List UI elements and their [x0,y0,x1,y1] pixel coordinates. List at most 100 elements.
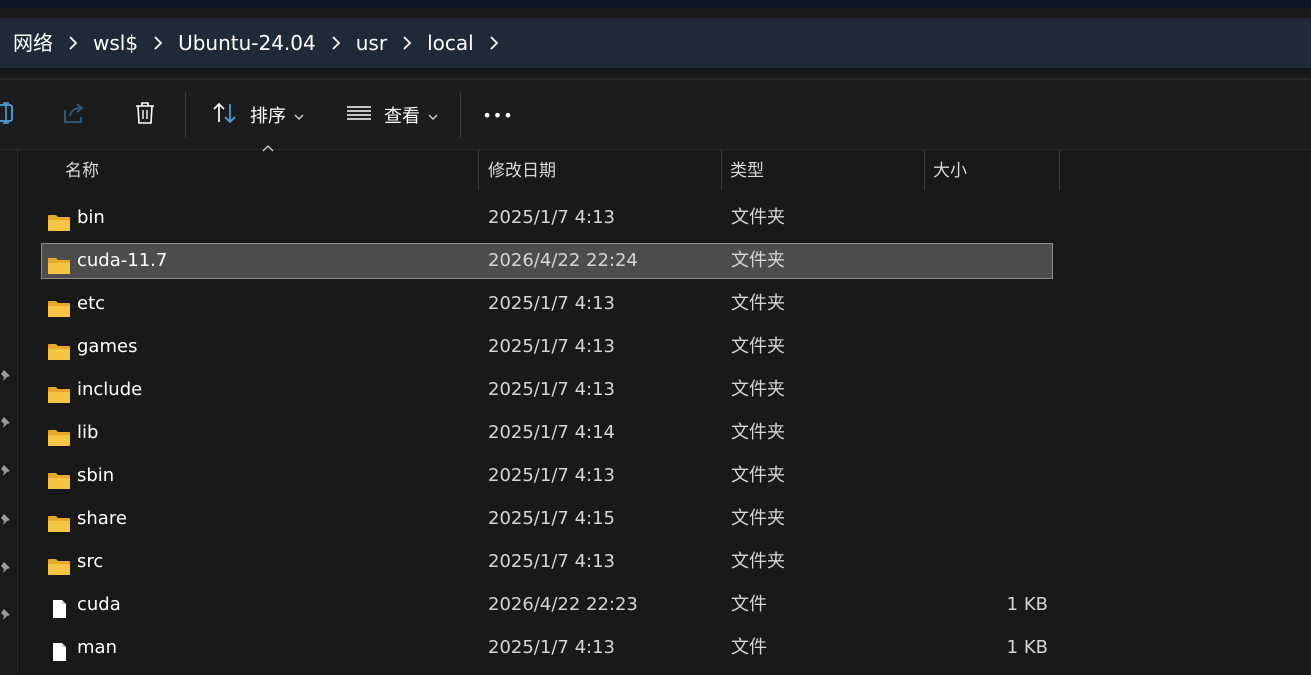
chevron-right-icon[interactable] [138,18,178,68]
file-name: lib [77,422,99,443]
sort-button[interactable]: 排序 [206,90,310,140]
more-options-button[interactable]: ••• [476,90,520,140]
chevron-right-icon[interactable] [316,18,356,68]
folder-icon [47,295,71,317]
file-name: bin [77,207,105,228]
share-button[interactable] [52,90,96,140]
column-header-type[interactable]: 类型 [722,150,924,192]
file-row-games[interactable]: games 2025/1/7 4:13 文件夹 [41,329,1053,365]
title-bar-strip [0,0,1311,8]
breadcrumb-item-local[interactable]: local [427,18,474,68]
file-name: man [77,637,117,658]
pin-icon[interactable] [0,463,12,477]
file-modified: 2025/1/7 4:13 [488,637,615,658]
file-icon [47,639,71,661]
file-row-sbin[interactable]: sbin 2025/1/7 4:13 文件夹 [41,458,1053,494]
chevron-right-icon[interactable] [474,18,514,68]
chevron-right-icon[interactable] [53,18,93,68]
file-row-src[interactable]: src 2025/1/7 4:13 文件夹 [41,544,1053,580]
breadcrumb-item-network[interactable]: 网络 [13,18,53,68]
chevron-right-icon[interactable] [387,18,427,68]
file-modified: 2025/1/7 4:13 [488,379,615,400]
chevron-down-icon [428,106,438,125]
file-name: cuda-11.7 [77,250,168,271]
delete-button[interactable] [122,90,168,140]
file-modified: 2025/1/7 4:13 [488,336,615,357]
file-row-etc[interactable]: etc 2025/1/7 4:13 文件夹 [41,286,1053,322]
file-name: src [77,551,104,572]
pin-icon[interactable] [0,512,12,526]
folder-icon [47,381,71,403]
chevron-down-icon [294,106,304,125]
file-size [931,200,1048,236]
file-modified: 2025/1/7 4:13 [488,207,615,228]
folder-icon [47,338,71,360]
file-icon [47,596,71,618]
folder-icon [47,467,71,489]
file-size [931,544,1048,580]
file-row-cuda-11-7[interactable]: cuda-11.7 2026/4/22 22:24 文件夹 [41,243,1053,279]
file-row-man[interactable]: man 2025/1/7 4:13 文件 1 KB [41,630,1053,666]
file-name: sbin [77,465,115,486]
column-header: 名称 修改日期 类型 大小 [18,145,1311,192]
file-name: share [77,508,127,529]
file-type: 文件夹 [731,293,785,314]
file-modified: 2026/4/22 22:24 [488,250,638,271]
breadcrumb-item-wsl[interactable]: wsl$ [93,18,138,68]
column-header-modified[interactable]: 修改日期 [479,150,721,192]
folder-icon [47,209,71,231]
file-size [931,286,1048,322]
navigation-pane[interactable] [0,150,17,675]
file-type: 文件 [731,637,767,658]
column-header-name[interactable]: 名称 [18,145,478,192]
command-toolbar: 排序 查看 ••• [0,80,1311,150]
file-modified: 2025/1/7 4:13 [488,293,615,314]
file-size: 1 KB [1006,637,1048,658]
file-modified: 2026/4/22 22:23 [488,594,638,615]
pin-icon[interactable] [0,607,12,621]
file-name: games [77,336,138,357]
breadcrumb-item-ubuntu[interactable]: Ubuntu-24.04 [178,18,316,68]
file-name: cuda [77,594,121,615]
file-row-share[interactable]: share 2025/1/7 4:15 文件夹 [41,501,1053,537]
pin-icon[interactable] [0,415,12,429]
file-row-cuda[interactable]: cuda 2026/4/22 22:23 文件 1 KB [41,587,1053,623]
file-size: 1 KB [1006,594,1048,615]
column-header-size[interactable]: 大小 [925,150,1059,192]
more-icon: ••• [482,105,514,125]
view-list-icon [346,103,372,127]
file-type: 文件夹 [731,207,785,228]
file-name: etc [77,293,106,314]
breadcrumb[interactable]: 网络 wsl$ Ubuntu-24.04 usr local [0,18,1311,68]
folder-icon [47,424,71,446]
file-row-lib[interactable]: lib 2025/1/7 4:14 文件夹 [41,415,1053,451]
rename-button[interactable] [0,90,22,140]
file-size [931,329,1048,365]
pin-icon[interactable] [0,560,12,574]
file-size [931,243,1048,279]
column-type-label: 类型 [730,161,764,181]
sort-ascending-icon [262,138,274,158]
column-name-label: 名称 [65,161,99,181]
file-row-bin[interactable]: bin 2025/1/7 4:13 文件夹 [41,200,1053,236]
toolbar-separator [185,92,186,138]
column-size-label: 大小 [933,161,967,181]
file-type: 文件夹 [731,250,785,271]
column-modified-label: 修改日期 [488,161,556,181]
column-separator[interactable] [1059,150,1060,190]
folder-icon [47,510,71,532]
file-size [931,372,1048,408]
file-size [931,415,1048,451]
view-button[interactable]: 查看 [340,90,444,140]
file-modified: 2025/1/7 4:13 [488,465,615,486]
navigation-pane-border [17,150,18,675]
file-type: 文件夹 [731,422,785,443]
pin-icon[interactable] [0,368,12,382]
view-label: 查看 [384,106,420,127]
file-type: 文件夹 [731,379,785,400]
file-modified: 2025/1/7 4:13 [488,551,615,572]
file-type: 文件夹 [731,336,785,357]
breadcrumb-item-usr[interactable]: usr [356,18,387,68]
folder-icon [47,553,71,575]
file-row-include[interactable]: include 2025/1/7 4:13 文件夹 [41,372,1053,408]
